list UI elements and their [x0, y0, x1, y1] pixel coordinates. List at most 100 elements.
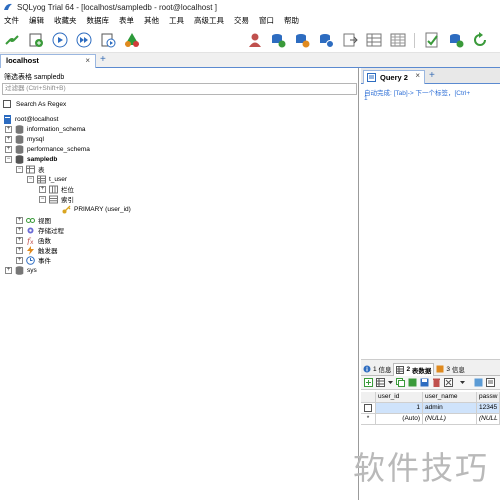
tree-index-primary[interactable]: PRIMARY (user_id)	[62, 204, 131, 214]
close-query-icon[interactable]: ×	[415, 71, 420, 80]
expand-icon[interactable]: +	[5, 266, 12, 274]
add-connection-button[interactable]: +	[100, 54, 106, 66]
menu-window[interactable]: 窗口	[259, 15, 274, 26]
menu-file[interactable]: 文件	[4, 15, 19, 26]
copy-row-icon[interactable]	[396, 378, 405, 387]
duplicate-row-icon[interactable]	[408, 378, 417, 387]
table-row[interactable]: * (Auto) (NULL) (NULL	[361, 414, 500, 425]
column-header[interactable]: user_name	[423, 392, 477, 403]
execute-query-icon[interactable]	[52, 32, 68, 48]
close-connection-icon[interactable]: ×	[85, 55, 90, 67]
expand-icon[interactable]: +	[16, 246, 23, 254]
tab-label: 信息	[378, 367, 392, 374]
tree-folder-tables[interactable]: − 表	[16, 164, 45, 174]
table-cell[interactable]: (Auto)	[376, 414, 423, 425]
table-cell[interactable]: 1	[376, 403, 423, 414]
scheduled-job-icon[interactable]	[424, 32, 440, 48]
insert-row-icon[interactable]	[364, 378, 373, 387]
expand-icon[interactable]: +	[16, 236, 23, 244]
tree-db-performance-schema[interactable]: + performance_schema	[5, 144, 90, 154]
execute-all-icon[interactable]	[76, 32, 92, 48]
row-marker-header	[361, 392, 376, 403]
grid-view-icon[interactable]	[376, 378, 385, 387]
collapse-icon[interactable]: −	[27, 175, 34, 183]
tree-folder-functions[interactable]: + fx 函数	[16, 235, 51, 245]
table-structure-icon[interactable]	[366, 32, 382, 48]
menu-favorites[interactable]: 收藏夹	[54, 15, 77, 26]
menu-help[interactable]: 帮助	[284, 15, 299, 26]
expand-icon[interactable]: +	[39, 185, 46, 193]
schema-designer-icon[interactable]	[124, 32, 140, 48]
save-icon[interactable]	[420, 378, 429, 387]
table-cell[interactable]: (NULL	[477, 414, 500, 425]
tab-table-data[interactable]: 2 表数据	[393, 362, 435, 376]
new-connection-icon[interactable]	[4, 32, 20, 48]
tree-folder-indexes[interactable]: − 索引	[39, 194, 74, 204]
chevron-down-icon[interactable]	[386, 378, 395, 387]
expand-icon[interactable]: +	[5, 125, 12, 133]
title-bar: SQLyog Trial 64 - [localhost/sampledb - …	[0, 0, 500, 14]
text-view-icon[interactable]	[486, 378, 495, 387]
expand-icon[interactable]: +	[16, 226, 23, 234]
tree-db-information-schema[interactable]: + information_schema	[5, 124, 86, 134]
add-query-button[interactable]: +	[429, 70, 435, 82]
refresh-icon[interactable]	[472, 32, 488, 48]
tree-db-sampledb[interactable]: − sampledb	[5, 154, 57, 164]
tree-folder-label: 存储过程	[38, 228, 64, 235]
row-checkbox-cell[interactable]	[361, 403, 376, 414]
user-manager-icon[interactable]	[247, 32, 263, 48]
tab-messages[interactable]: 1 信息	[361, 363, 393, 376]
menu-transaction[interactable]: 交易	[234, 15, 249, 26]
restore-database-icon[interactable]	[294, 32, 310, 48]
database-icon	[15, 144, 24, 154]
cancel-icon[interactable]	[444, 378, 453, 387]
tree-root-connection[interactable]: root@localhost	[3, 114, 58, 124]
connection-tab-localhost[interactable]: localhost ×	[0, 54, 96, 68]
collapse-icon[interactable]: −	[39, 195, 46, 203]
tab-info[interactable]: 3 信息	[434, 363, 466, 376]
row-checkbox[interactable]	[364, 404, 372, 412]
menu-edit[interactable]: 编辑	[29, 15, 44, 26]
column-header[interactable]: user_id	[376, 392, 423, 403]
tree-folder-columns[interactable]: + 栏位	[39, 184, 74, 194]
expand-icon[interactable]: +	[5, 145, 12, 153]
form-view-icon[interactable]	[474, 378, 483, 387]
search-as-regex-checkbox[interactable]	[3, 100, 11, 108]
expand-icon[interactable]: +	[16, 256, 23, 264]
tree-folder-views[interactable]: + 视图	[16, 215, 51, 225]
tree-folder-procedures[interactable]: + 存储过程	[16, 225, 64, 235]
new-query-icon[interactable]	[28, 32, 44, 48]
expand-icon[interactable]: +	[5, 135, 12, 143]
chevron-down-icon[interactable]	[458, 378, 467, 387]
tree-folder-triggers[interactable]: + 触发器	[16, 245, 58, 255]
collapse-icon[interactable]: −	[16, 165, 23, 173]
tree-folder-events[interactable]: + 事件	[16, 255, 51, 265]
tree-db-sys[interactable]: + sys	[5, 265, 37, 275]
tree-db-mysql[interactable]: + mysql	[5, 134, 44, 144]
column-header[interactable]: passw	[477, 392, 500, 403]
execute-edit-icon[interactable]	[100, 32, 116, 48]
menu-table[interactable]: 表单	[119, 15, 134, 26]
menu-advanced-tools[interactable]: 高级工具	[194, 15, 224, 26]
menu-database[interactable]: 数据库	[87, 15, 110, 26]
table-cell[interactable]: (NULL)	[423, 414, 477, 425]
expand-icon[interactable]: +	[16, 216, 23, 224]
filter-input[interactable]: 过滤器 (Ctrl+Shift+B)	[2, 83, 357, 95]
table-cell[interactable]: admin	[423, 403, 477, 414]
tree-table-t-user[interactable]: − t_user	[27, 174, 67, 184]
sync-database-icon[interactable]	[318, 32, 334, 48]
table-row[interactable]: 1 admin 12345	[361, 403, 500, 414]
menu-tools[interactable]: 工具	[169, 15, 184, 26]
menu-other[interactable]: 其他	[144, 15, 159, 26]
delete-icon[interactable]	[432, 378, 441, 387]
refresh-database-icon[interactable]	[448, 32, 464, 48]
tree-root-label: root@localhost	[15, 115, 59, 123]
backup-database-icon[interactable]	[270, 32, 286, 48]
table-data-icon[interactable]	[390, 32, 406, 48]
search-as-regex-option[interactable]: Search As Regex	[3, 100, 66, 108]
import-data-icon[interactable]	[342, 32, 358, 48]
search-as-regex-label: Search As Regex	[16, 100, 67, 108]
query-tab-2[interactable]: Query 2 ×	[363, 70, 425, 84]
collapse-icon[interactable]: −	[5, 155, 12, 163]
table-cell[interactable]: 12345	[477, 403, 500, 414]
